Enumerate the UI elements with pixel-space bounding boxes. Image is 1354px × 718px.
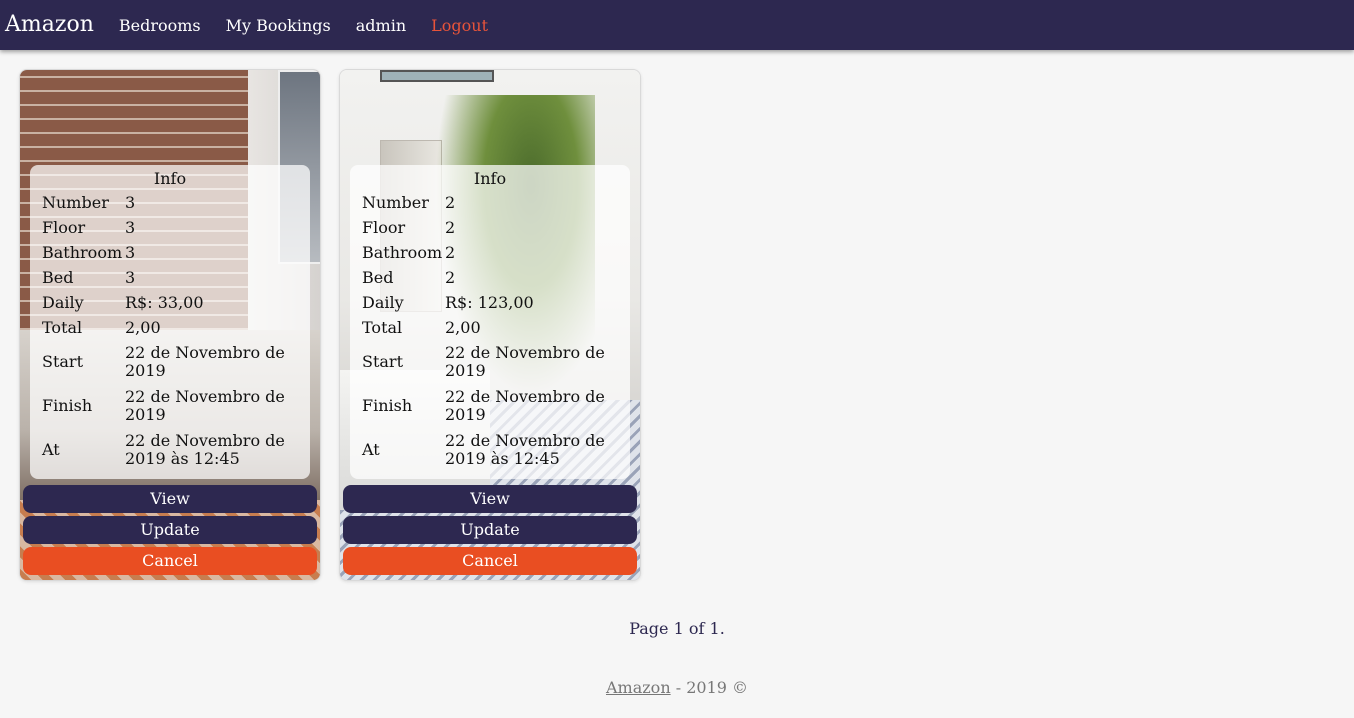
logout-link[interactable]: Logout [431, 16, 488, 35]
booking-card: Info Number 3 Floor 3 Bathroom 3 Bed 3 Daily… [19, 69, 321, 581]
info-title: Info [153, 169, 187, 188]
info-table: Number 2 Floor 2 Bathroom 2 Bed 2 Daily R$: 1… [362, 190, 628, 472]
update-button[interactable]: Update [343, 516, 637, 544]
value-bed: 2 [445, 267, 456, 287]
value-total: 2,00 [445, 317, 481, 337]
value-floor: 2 [445, 217, 456, 237]
label-finish: Finish [362, 396, 413, 415]
value-floor: 3 [125, 217, 136, 237]
nav-link-admin[interactable]: admin [356, 16, 406, 35]
value-number: 3 [125, 192, 136, 212]
value-number: 2 [445, 192, 456, 212]
label-start: Start [42, 352, 84, 371]
update-button[interactable]: Update [23, 516, 317, 544]
view-button[interactable]: View [23, 485, 317, 513]
label-floor: Floor [362, 217, 406, 237]
pagination-text: Page 1 of 1. [629, 619, 725, 638]
value-start: 22 de Novembro de 2019 [125, 343, 285, 380]
label-at: At [42, 440, 60, 459]
value-start: 22 de Novembro de 2019 [445, 343, 605, 380]
footer-brand-link[interactable]: Amazon [606, 678, 671, 697]
label-floor: Floor [42, 217, 86, 237]
label-total: Total [42, 317, 83, 337]
info-panel: Info Number 3 Floor 3 Bathroom 3 Bed 3 Daily… [30, 165, 310, 479]
label-bed: Bed [362, 267, 394, 287]
value-at: 22 de Novembro de 2019 às 12:45 [445, 431, 605, 468]
value-bathroom: 3 [125, 242, 136, 262]
value-finish: 22 de Novembro de 2019 [445, 387, 605, 424]
value-bed: 3 [125, 267, 136, 287]
value-finish: 22 de Novembro de 2019 [125, 387, 285, 424]
brand-link[interactable]: Amazon [5, 12, 94, 37]
value-daily: R$: 33,00 [125, 292, 204, 312]
label-at: At [362, 440, 380, 459]
value-bathroom: 2 [445, 242, 456, 262]
value-daily: R$: 123,00 [445, 292, 534, 312]
label-bathroom: Bathroom [362, 242, 443, 262]
cancel-button[interactable]: Cancel [23, 547, 317, 575]
nav-link-bedrooms[interactable]: Bedrooms [119, 16, 201, 35]
footer: Amazon - 2019 © [0, 678, 1354, 697]
label-start: Start [362, 352, 404, 371]
info-title: Info [473, 169, 507, 188]
footer-copyright: - 2019 © [670, 678, 749, 697]
booking-card: Info Number 2 Floor 2 Bathroom 2 Bed 2 Daily… [339, 69, 641, 581]
view-button[interactable]: View [343, 485, 637, 513]
label-number: Number [362, 192, 429, 212]
nav-link-my-bookings[interactable]: My Bookings [226, 16, 331, 35]
info-panel: Info Number 2 Floor 2 Bathroom 2 Bed 2 Daily… [350, 165, 630, 479]
label-finish: Finish [42, 396, 93, 415]
label-daily: Daily [362, 292, 404, 312]
navbar: Amazon Bedrooms My Bookings admin Logout [0, 0, 1354, 50]
label-bed: Bed [42, 267, 74, 287]
cancel-button[interactable]: Cancel [343, 547, 637, 575]
value-at: 22 de Novembro de 2019 às 12:45 [125, 431, 285, 468]
label-total: Total [362, 317, 403, 337]
label-number: Number [42, 192, 109, 212]
info-table: Number 3 Floor 3 Bathroom 3 Bed 3 Daily R$: 3… [42, 190, 308, 472]
value-total: 2,00 [125, 317, 161, 337]
label-daily: Daily [42, 292, 84, 312]
label-bathroom: Bathroom [42, 242, 123, 262]
